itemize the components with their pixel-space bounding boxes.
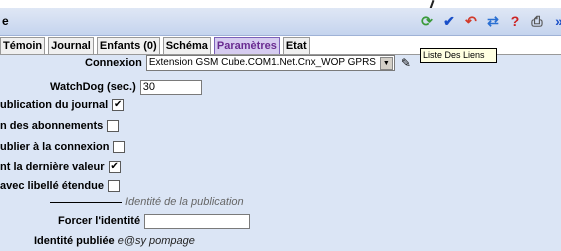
chevron-down-icon[interactable]: ▼ [379,57,393,70]
tab-bar: Témoin Journal Enfants (0) Schéma Paramè… [0,37,313,55]
watchdog-label: WatchDog (sec.) [50,81,136,93]
watchdog-row: WatchDog (sec.) 30 [50,79,202,95]
edit-link-icon[interactable]: ✎ [401,56,411,70]
tab-schema[interactable]: Schéma [162,37,211,54]
tab-journal[interactable]: Journal [48,37,94,54]
watchdog-field[interactable]: 30 [139,79,202,95]
print-icon[interactable]: ⎙ [529,13,545,29]
top-strip [0,0,561,8]
checkbox-row: ublier à la connexion [0,139,126,155]
section-title: Identité de la publication [125,196,244,208]
section-header: Identité de la publication [50,196,244,208]
help-icon[interactable]: ? [507,13,523,29]
checkbox-row: nt la dernière valeur ✔ [0,159,121,175]
checkbox-label: n des abonnements [0,120,104,132]
section-divider [50,201,122,203]
undo-icon[interactable]: ↶ [463,13,479,29]
checkbox-label: ublication du journal [0,99,109,111]
forcer-identite-field[interactable] [144,213,251,229]
checkbox-label: avec libellé étendue [0,180,104,192]
identite-row: Identité publiée e@sy pompage [34,233,195,249]
refresh-icon[interactable]: ⟳ [419,13,435,29]
publication-journal-checkbox[interactable]: ✔ [112,99,125,111]
connexion-value: Extension GSM Cube.COM1.Net.Cnx_WOP GPRS [148,57,376,68]
sync-icon[interactable]: ⇄ [485,13,501,29]
toolbar: ⟳ ✔ ↶ ⇄ ? ⎙ » [419,11,561,31]
window-title: e [2,14,9,28]
checkbox-label: ublier à la connexion [0,141,110,153]
expand-icon[interactable]: » [551,13,561,29]
checkbox-label: nt la dernière valeur [0,161,105,173]
derniere-valeur-checkbox[interactable]: ✔ [108,161,121,173]
forcer-row: Forcer l'identité [58,213,251,229]
tab-enfants[interactable]: Enfants (0) [96,37,160,54]
tab-etat[interactable]: Etat [282,37,310,54]
connexion-row: Connexion Extension GSM Cube.COM1.Net.Cn… [85,55,411,71]
connexion-label: Connexion [85,57,142,69]
libelle-etendue-checkbox[interactable] [107,180,120,192]
forcer-label: Forcer l'identité [58,215,141,227]
checkbox-row: ublication du journal ✔ [0,97,125,113]
check-icon[interactable]: ✔ [441,13,457,29]
identite-value: e@sy pompage [117,235,195,247]
checkbox-row: n des abonnements [0,118,120,134]
title-bar: e ⟳ ✔ ↶ ⇄ ? ⎙ » [0,8,561,36]
identite-label: Identité publiée [34,235,115,247]
checkbox-row: avec libellé étendue [0,178,120,194]
tab-temoin[interactable]: Témoin [0,37,46,54]
publier-connexion-checkbox[interactable] [113,141,126,153]
connexion-select[interactable]: Extension GSM Cube.COM1.Net.Cnx_WOP GPRS… [145,55,395,71]
abonnements-checkbox[interactable] [107,120,120,132]
tab-parametres[interactable]: Paramètres [213,37,280,54]
tooltip: Liste Des Liens [420,48,497,63]
